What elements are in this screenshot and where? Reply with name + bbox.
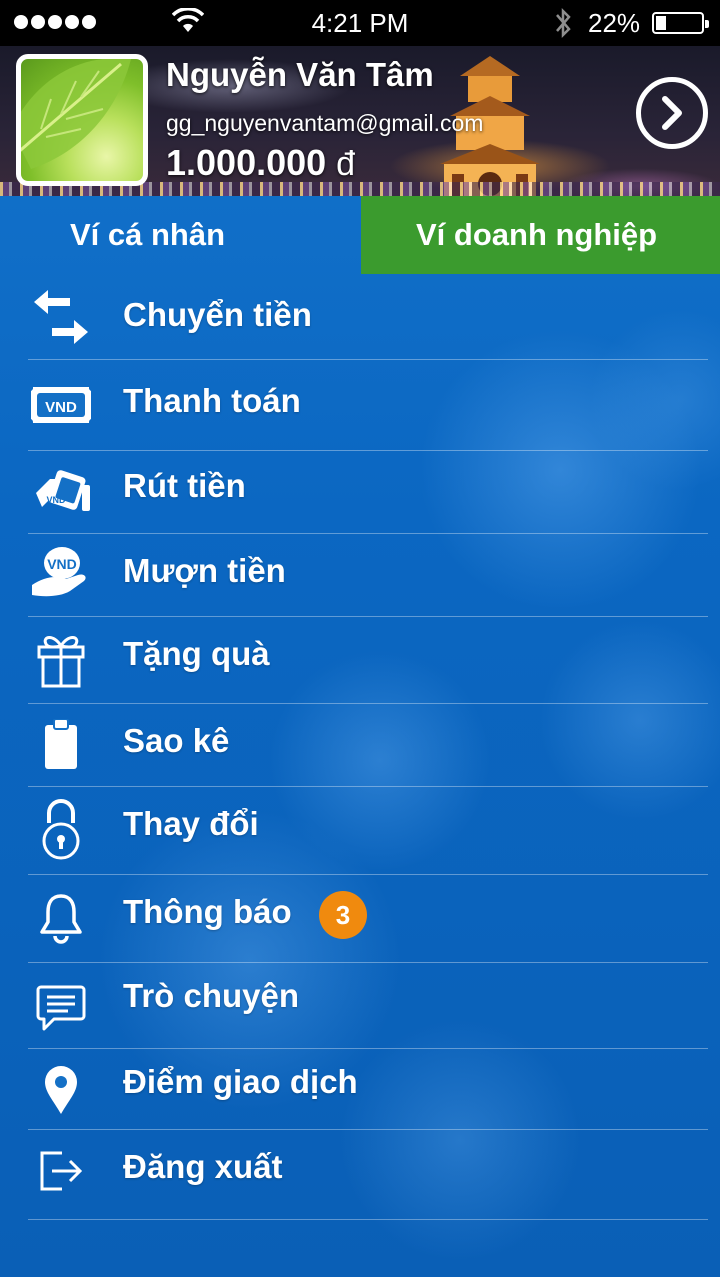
menu-item-label: Đăng xuất <box>123 1148 283 1185</box>
profile-next-button[interactable] <box>636 77 708 149</box>
user-name: Nguyễn Văn Tâm <box>166 56 434 93</box>
menu-item-label: Điểm giao dịch <box>123 1063 358 1100</box>
clipboard-icon <box>28 712 94 778</box>
menu-item-label: Tặng quà <box>123 635 270 672</box>
menu-item-payment[interactable]: VND Thanh toán <box>28 360 708 451</box>
bell-icon <box>28 885 94 951</box>
wallet-tabs: Ví cá nhân Ví doanh nghiệp <box>0 196 720 274</box>
menu-item-transfer[interactable]: Chuyển tiền <box>28 274 708 360</box>
menu-item-withdraw[interactable]: VND Rút tiền <box>28 451 708 534</box>
menu-item-borrow[interactable]: VND Mượn tiền <box>28 534 708 617</box>
logout-icon <box>28 1138 94 1204</box>
menu-item-label: Chuyển tiền <box>123 296 312 333</box>
avatar[interactable] <box>16 54 148 186</box>
menu-icon-text: VND <box>45 399 77 416</box>
tab-personal-wallet[interactable]: Ví cá nhân <box>0 196 361 274</box>
menu-item-gift[interactable]: Tặng quà <box>28 617 708 704</box>
withdraw-money-icon: VND <box>28 459 94 525</box>
status-bar: 4:21 PM 22% <box>0 0 720 46</box>
tab-business-wallet[interactable]: Ví doanh nghiệp <box>361 196 720 274</box>
menu-item-notifications[interactable]: Thông báo 3 <box>28 875 708 963</box>
menu-item-statement[interactable]: Sao kê <box>28 704 708 787</box>
chat-bubble-icon <box>28 975 94 1041</box>
menu-icon-text: VND <box>47 556 77 572</box>
transfer-arrows-icon <box>28 284 94 350</box>
notification-count-badge: 3 <box>319 891 367 939</box>
app-screen: 4:21 PM 22% Nguyễn Văn Tâm gg_nguyenvant… <box>0 0 720 1277</box>
menu-item-logout[interactable]: Đăng xuất <box>28 1130 708 1220</box>
menu-item-label: Rút tiền <box>123 467 246 504</box>
menu-item-label: Trò chuyện <box>123 977 300 1014</box>
chevron-right-icon <box>662 96 682 130</box>
menu-item-label: Mượn tiền <box>123 552 286 589</box>
balance-currency: đ <box>336 145 356 183</box>
menu-item-label: Thay đổi <box>123 805 259 842</box>
vnd-banknote-icon: VND <box>28 372 94 438</box>
menu-item-label: Thông báo <box>123 893 292 930</box>
menu-item-chat[interactable]: Trò chuyện <box>28 963 708 1049</box>
location-pin-icon <box>28 1057 94 1123</box>
menu-icon-text: VND <box>46 495 66 505</box>
balance-amount: 1.000.000 <box>166 142 327 183</box>
borrow-hand-coin-icon: VND <box>28 540 94 606</box>
menu-item-label: Sao kê <box>123 722 230 759</box>
gift-icon <box>28 627 94 693</box>
battery-percent: 22% <box>588 8 641 38</box>
menu-item-transaction-points[interactable]: Điểm giao dịch <box>28 1049 708 1130</box>
menu-item-change[interactable]: Thay đổi <box>28 787 708 875</box>
battery-icon <box>652 12 709 34</box>
user-email: gg_nguyenvantam@gmail.com <box>166 110 484 136</box>
menu-item-label: Thanh toán <box>123 382 301 419</box>
padlock-icon <box>28 797 94 863</box>
profile-header: Nguyễn Văn Tâm gg_nguyenvantam@gmail.com… <box>0 46 720 196</box>
bluetooth-icon <box>556 7 571 39</box>
leaf-icon <box>21 59 131 169</box>
account-balance: 1.000.000 đ <box>166 142 355 184</box>
